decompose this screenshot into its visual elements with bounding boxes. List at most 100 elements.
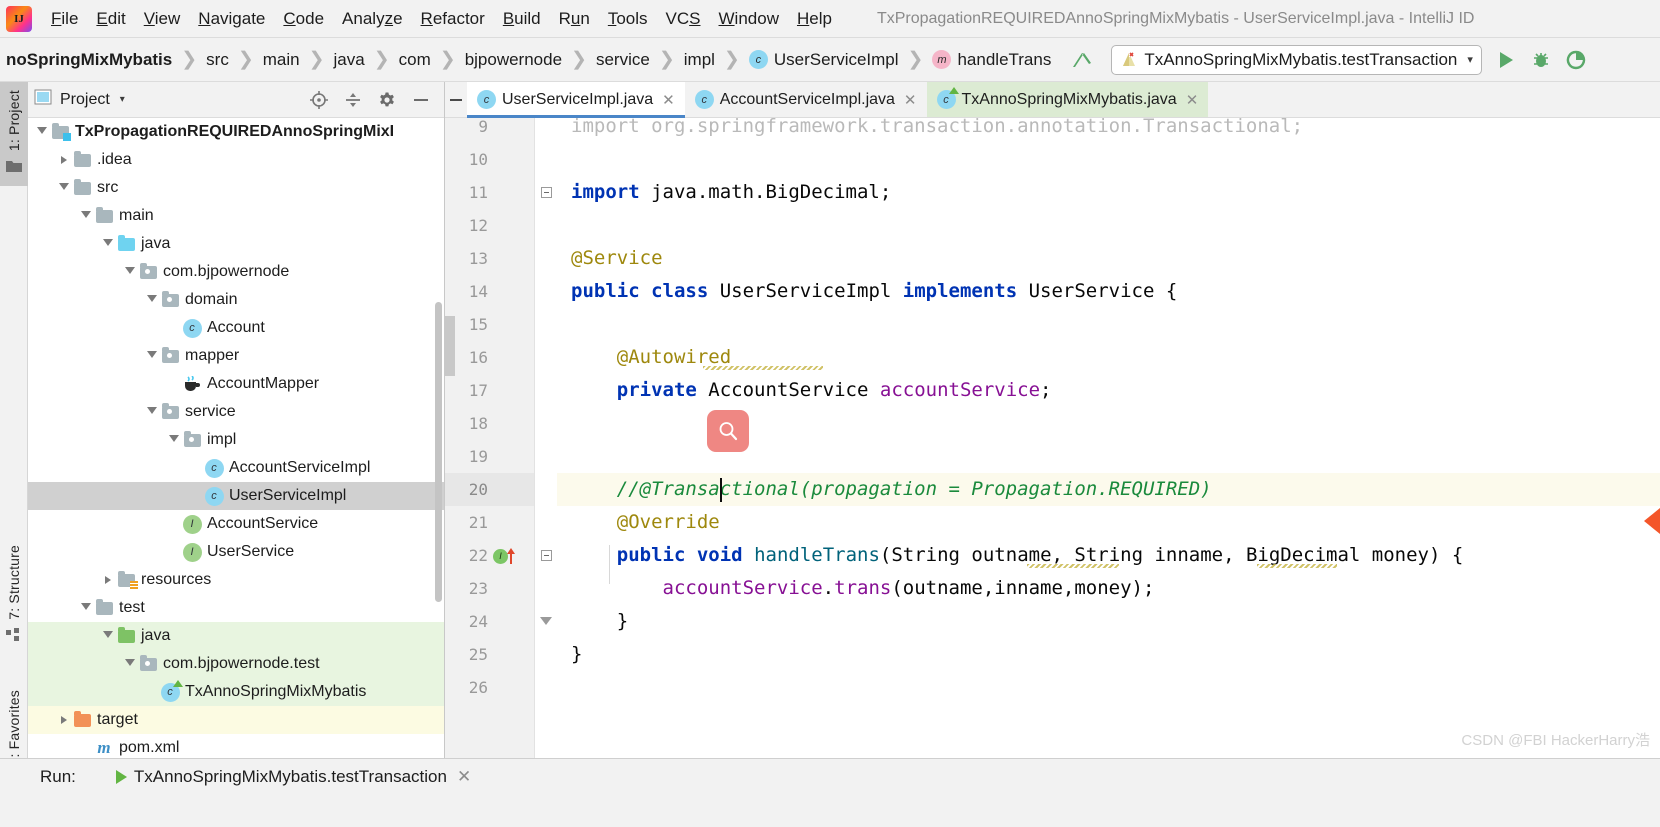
menu-item-edit[interactable]: Edit: [87, 6, 134, 32]
menu-item-run[interactable]: Run: [550, 6, 599, 32]
tree-node-target[interactable]: target: [28, 706, 444, 734]
gear-icon[interactable]: [377, 90, 397, 110]
tree-node-domain[interactable]: domain: [28, 286, 444, 314]
chevron-down-icon[interactable]: [144, 350, 160, 362]
tree-node-com-bjpowernode[interactable]: com.bjpowernode: [28, 258, 444, 286]
menu-item-window[interactable]: Window: [710, 6, 788, 32]
chevron-down-icon[interactable]: ▾: [120, 94, 125, 105]
fold-collapse-icon[interactable]: [541, 187, 552, 198]
editor-tab-userserviceimpl-java[interactable]: c UserServiceImpl.java ✕: [467, 82, 685, 118]
menu-item-analyze[interactable]: Analyze: [333, 6, 412, 32]
menu-item-vcs[interactable]: VCS: [657, 6, 710, 32]
chevron-down-icon[interactable]: [100, 630, 116, 642]
line-number: 16: [468, 348, 488, 367]
menu-item-build[interactable]: Build: [494, 6, 550, 32]
menu-item-navigate[interactable]: Navigate: [189, 6, 274, 32]
tree-node-accountservice[interactable]: I AccountService: [28, 510, 444, 538]
breadcrumb-item-impl[interactable]: impl: [682, 50, 717, 70]
fold-end-icon[interactable]: [540, 617, 552, 625]
tree-node-userserviceimpl[interactable]: c UserServiceImpl: [28, 482, 444, 510]
chevron-right-icon[interactable]: [56, 716, 72, 724]
breadcrumb-item-userserviceimpl[interactable]: c UserServiceImpl: [747, 50, 901, 70]
locate-icon[interactable]: [309, 90, 329, 110]
tree-node-mapper[interactable]: mapper: [28, 342, 444, 370]
error-stripe-marker[interactable]: [1644, 508, 1660, 534]
chevron-down-icon[interactable]: ▾: [1467, 53, 1473, 66]
run-icon[interactable]: [1495, 49, 1517, 71]
run-configuration-selector[interactable]: TxAnnoSpringMixMybatis.testTransaction ▾: [1111, 44, 1482, 75]
tree-node-impl[interactable]: impl: [28, 426, 444, 454]
chevron-right-icon[interactable]: [100, 576, 116, 584]
chevron-down-icon[interactable]: [100, 238, 116, 250]
chevron-right-icon[interactable]: [56, 156, 72, 164]
chevron-down-icon[interactable]: [56, 182, 72, 194]
search-icon[interactable]: [707, 410, 749, 452]
code-folding-column[interactable]: [535, 118, 557, 758]
chevron-down-icon[interactable]: [122, 658, 138, 670]
project-panel-scrollbar[interactable]: [435, 302, 442, 602]
debug-icon[interactable]: [1530, 49, 1552, 71]
breadcrumb-item-bjpowernode[interactable]: bjpowernode: [463, 50, 564, 70]
hide-editor-icon[interactable]: [445, 82, 467, 117]
breadcrumb-label: noSpringMixMybatis: [6, 49, 173, 69]
breadcrumb-item-nospringmixmybatis[interactable]: noSpringMixMybatis: [4, 50, 174, 70]
navigate-up-icon[interactable]: [1071, 47, 1095, 73]
chevron-down-icon[interactable]: [144, 294, 160, 306]
code-viewport[interactable]: 9 10 11 12 13 14 15 16 17 18 19 20 21 22 I 23 24 25 26 CSD…: [445, 117, 1660, 758]
breadcrumb-item-java[interactable]: java: [332, 50, 367, 70]
breadcrumb-item-service[interactable]: service: [594, 50, 652, 70]
project-tree[interactable]: TxPropagationREQUIREDAnnoSpringMixI .idea…: [28, 118, 444, 758]
tree-node-account[interactable]: c Account: [28, 314, 444, 342]
tree-node-accountserviceimpl[interactable]: c AccountServiceImpl: [28, 454, 444, 482]
close-icon[interactable]: ✕: [904, 91, 917, 109]
tree-node-service[interactable]: service: [28, 398, 444, 426]
close-icon[interactable]: ✕: [662, 91, 675, 109]
chevron-down-icon[interactable]: [34, 126, 50, 138]
editor-gutter[interactable]: 9 10 11 12 13 14 15 16 17 18 19 20 21 22 I 23 24 25 26: [445, 117, 535, 758]
menu-item-file[interactable]: File: [42, 6, 87, 32]
tree-node-java[interactable]: java: [28, 230, 444, 258]
tree-node-pom-xml[interactable]: m pom.xml: [28, 734, 444, 758]
tree-node-txannospringmixmybatis[interactable]: c TxAnnoSpringMixMybatis: [28, 678, 444, 706]
chevron-down-icon[interactable]: [78, 210, 94, 222]
coverage-icon[interactable]: [1565, 49, 1587, 71]
hide-icon[interactable]: [411, 90, 431, 110]
breadcrumb-item-handletrans[interactable]: m handleTrans: [930, 50, 1053, 70]
sidebar-item-structure[interactable]: 7: Structure: [0, 537, 28, 655]
editor-tab-txannospringmixmybatis-java[interactable]: c TxAnnoSpringMixMybatis.java ✕: [926, 82, 1209, 117]
breadcrumb-item-src[interactable]: src: [204, 50, 231, 70]
close-icon[interactable]: ✕: [1186, 91, 1199, 109]
tree-node-src[interactable]: src: [28, 174, 444, 202]
menu-item-tools[interactable]: Tools: [599, 6, 657, 32]
fold-collapse-icon[interactable]: [541, 550, 552, 561]
breadcrumb-item-main[interactable]: main: [261, 50, 302, 70]
implementing-method-icon[interactable]: I: [493, 548, 516, 564]
tree-node-java[interactable]: java: [28, 622, 444, 650]
tree-node--idea[interactable]: .idea: [28, 146, 444, 174]
close-icon[interactable]: ✕: [457, 767, 471, 787]
chevron-down-icon[interactable]: [144, 406, 160, 418]
menu-item-help[interactable]: Help: [788, 6, 841, 32]
tree-node-resources[interactable]: resources: [28, 566, 444, 594]
tree-node-test[interactable]: test: [28, 594, 444, 622]
run-tab[interactable]: TxAnnoSpringMixMybatis.testTransaction ✕: [115, 767, 471, 787]
tree-node-accountmapper[interactable]: AccountMapper: [28, 370, 444, 398]
breadcrumb-item-com[interactable]: com: [397, 50, 433, 70]
chevron-down-icon[interactable]: [78, 602, 94, 614]
menu-item-code[interactable]: Code: [274, 6, 333, 32]
run-configuration-name: TxAnnoSpringMixMybatis.testTransaction: [1144, 49, 1458, 69]
tree-node-txpropagationrequiredannospringmixi[interactable]: TxPropagationREQUIREDAnnoSpringMixI: [28, 118, 444, 146]
menu-item-view[interactable]: View: [135, 6, 190, 32]
menu-item-refactor[interactable]: Refactor: [412, 6, 494, 32]
tree-node-userservice[interactable]: I UserService: [28, 538, 444, 566]
line-number: 11: [468, 183, 488, 202]
code-text-area[interactable]: CSDN @FBI HackerHarry浩 import org.spring…: [557, 118, 1660, 758]
tree-node-main[interactable]: main: [28, 202, 444, 230]
sidebar-item-project[interactable]: 1: Project: [0, 82, 28, 187]
collapse-all-icon[interactable]: [343, 90, 363, 110]
editor-gutter-scroll-nub[interactable]: [445, 316, 455, 376]
chevron-down-icon[interactable]: [122, 266, 138, 278]
tree-node-com-bjpowernode-test[interactable]: com.bjpowernode.test: [28, 650, 444, 678]
chevron-down-icon[interactable]: [166, 434, 182, 446]
editor-tab-accountserviceimpl-java[interactable]: c AccountServiceImpl.java ✕: [685, 82, 927, 117]
